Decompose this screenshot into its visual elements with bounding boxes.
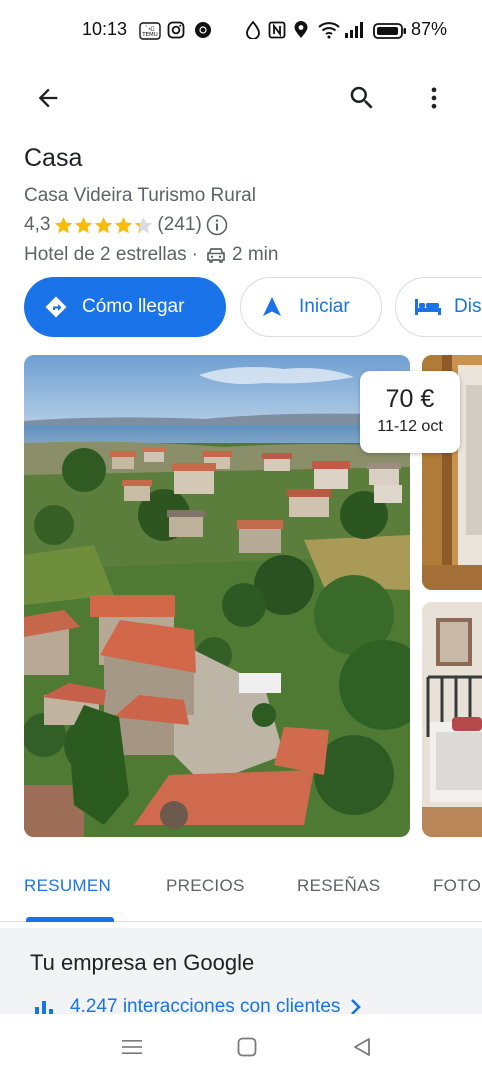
back-button[interactable]	[26, 80, 70, 116]
tab-bar: RESUMEN PRECIOS RESEÑAS FOTO	[0, 860, 482, 922]
tab-precios[interactable]: PRECIOS	[166, 876, 245, 896]
battery-percent: 87%	[411, 19, 448, 39]
business-title: Tu empresa en Google	[30, 950, 255, 975]
star-icon	[75, 216, 93, 233]
bed-icon	[415, 299, 441, 315]
search-icon	[350, 86, 373, 109]
navigation-arrow-icon	[263, 297, 281, 316]
status-bar: 10:13 ﾟ⁎ﾟ TEMU 87%	[0, 0, 482, 60]
directions-icon	[45, 296, 67, 318]
triangle-back-icon	[354, 1038, 370, 1056]
system-nav-bar	[0, 1014, 482, 1080]
directions-button[interactable]: Cómo llegar	[24, 277, 226, 337]
review-count: (241)	[157, 214, 202, 235]
tab-resumen[interactable]: RESUMEN	[24, 876, 111, 896]
temu-icon: ﾟ⁎ﾟ TEMU	[139, 22, 161, 45]
car-icon	[206, 246, 226, 264]
rating-row[interactable]: 4,3 (241)	[24, 212, 228, 238]
price-badge[interactable]: 70 € 11-12 oct	[360, 371, 460, 453]
signal-icon	[344, 21, 364, 44]
availability-button[interactable]: Dis	[395, 277, 482, 337]
start-navigation-button[interactable]: Iniciar	[240, 277, 382, 337]
rating-stars	[54, 216, 153, 235]
place-subtitle: Casa Videira Turismo Rural	[24, 185, 256, 206]
main-photo[interactable]	[24, 355, 410, 837]
search-button[interactable]	[340, 78, 384, 118]
action-chips: Cómo llegar Iniciar Dis	[24, 277, 482, 337]
star-icon	[55, 216, 73, 233]
price-dates: 11-12 oct	[377, 418, 443, 435]
recents-button[interactable]	[117, 1034, 147, 1060]
battery-icon	[373, 22, 407, 45]
place-type-row: Hotel de 2 estrellas · 2 min	[24, 242, 278, 268]
star-icon	[95, 216, 113, 233]
info-icon[interactable]	[206, 214, 228, 236]
hotel-type: Hotel de 2 estrellas	[24, 244, 187, 265]
star-icon	[115, 216, 133, 233]
home-button[interactable]	[232, 1034, 262, 1060]
more-options-button[interactable]	[414, 78, 454, 118]
top-app-bar	[0, 70, 482, 126]
location-icon	[293, 21, 309, 44]
business-section: Tu empresa en Google 4.247 interacciones…	[0, 928, 482, 1018]
home-square-icon	[237, 1037, 257, 1057]
star-icon	[135, 216, 153, 233]
instagram-icon	[167, 21, 185, 44]
chrome-icon	[194, 21, 212, 44]
room-photo-2[interactable]	[422, 602, 482, 837]
availability-label: Dis	[454, 296, 482, 317]
data-saver-icon	[245, 20, 261, 44]
start-label: Iniciar	[299, 296, 350, 317]
rating-value: 4,3	[24, 214, 51, 235]
arrow-left-icon	[38, 88, 58, 108]
svg-text:TEMU: TEMU	[141, 32, 158, 38]
wifi-icon	[318, 21, 340, 44]
active-tab-indicator	[26, 917, 114, 922]
price-value: 70 €	[385, 385, 435, 413]
more-vert-icon	[431, 87, 437, 109]
status-time: 10:13	[82, 19, 128, 39]
menu-icon	[122, 1040, 142, 1054]
tab-fotos[interactable]: FOTO	[433, 876, 481, 896]
place-title: Casa	[24, 144, 83, 172]
back-nav-button[interactable]	[347, 1034, 377, 1060]
svg-text:ﾟ⁎ﾟ: ﾟ⁎ﾟ	[146, 25, 155, 32]
drive-time: 2 min	[231, 244, 279, 265]
separator-dot: ·	[191, 244, 198, 265]
directions-label: Cómo llegar	[82, 296, 185, 317]
nfc-icon	[268, 21, 286, 44]
tab-resenas[interactable]: RESEÑAS	[297, 876, 380, 896]
